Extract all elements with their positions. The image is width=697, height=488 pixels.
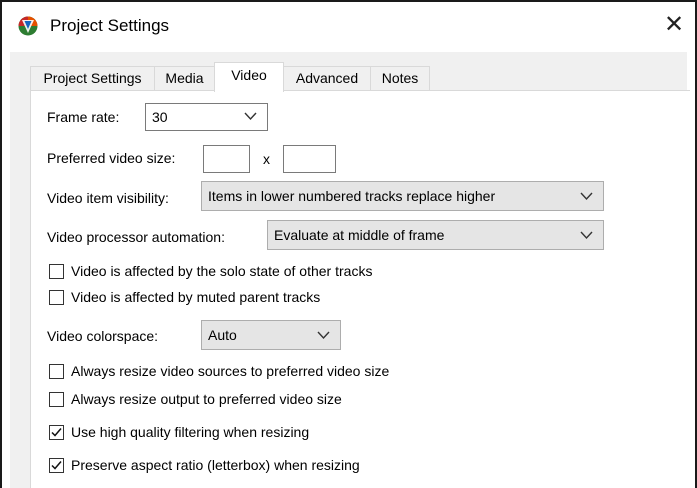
high-quality-filtering-label: Use high quality filtering when resizing (71, 424, 310, 440)
preferred-width-input[interactable] (203, 145, 250, 173)
tab-video[interactable]: Video (214, 62, 284, 92)
checkmark-icon (51, 461, 62, 470)
preferred-height-input[interactable] (283, 145, 336, 173)
frame-rate-select[interactable]: 30 (145, 103, 268, 131)
colorspace-label: Video colorspace: (47, 328, 159, 344)
solo-state-checkbox[interactable] (49, 264, 64, 279)
chevron-down-icon (580, 192, 593, 201)
visibility-select[interactable]: Items in lower numbered tracks replace h… (201, 181, 604, 211)
size-separator: x (263, 151, 270, 167)
preserve-aspect-label: Preserve aspect ratio (letterbox) when r… (71, 457, 360, 473)
resize-sources-checkbox[interactable] (49, 364, 64, 379)
muted-parent-label: Video is affected by muted parent tracks (71, 289, 321, 305)
colorspace-value: Auto (208, 327, 237, 343)
window-title: Project Settings (50, 16, 170, 35)
chevron-down-icon (580, 231, 593, 240)
resize-output-label: Always resize output to preferred video … (71, 391, 342, 407)
tab-label: Notes (381, 70, 419, 86)
video-settings-panel: Frame rate: 30 Preferred video size: x V… (30, 90, 690, 488)
visibility-value: Items in lower numbered tracks replace h… (208, 188, 496, 204)
high-quality-filtering-checkbox[interactable] (49, 425, 64, 440)
close-icon[interactable]: ✕ (664, 12, 684, 36)
resize-output-checkbox[interactable] (49, 392, 64, 407)
tab-label: Media (165, 70, 204, 86)
colorspace-select[interactable]: Auto (201, 320, 341, 350)
visibility-label: Video item visibility: (47, 190, 169, 206)
tab-label: Project Settings (43, 70, 142, 86)
tab-media[interactable]: Media (154, 66, 215, 91)
dialog-client: Project Settings Media Video Advanced No… (10, 52, 690, 488)
project-settings-window: Project Settings ✕ Project Settings Medi… (0, 0, 697, 488)
frame-rate-label: Frame rate: (47, 109, 120, 125)
processor-select[interactable]: Evaluate at middle of frame (267, 220, 604, 250)
processor-value: Evaluate at middle of frame (274, 227, 445, 243)
tab-advanced[interactable]: Advanced (283, 66, 371, 91)
tab-project-settings[interactable]: Project Settings (30, 66, 155, 91)
chevron-down-icon (244, 112, 257, 121)
reaper-logo-icon (18, 16, 38, 36)
frame-rate-value: 30 (152, 109, 168, 125)
tab-label: Video (231, 67, 267, 83)
solo-state-label: Video is affected by the solo state of o… (71, 263, 373, 279)
processor-label: Video processor automation: (47, 229, 225, 245)
preferred-size-label: Preferred video size: (47, 150, 176, 166)
title-bar: Project Settings ✕ (2, 2, 695, 52)
chevron-down-icon (317, 331, 330, 340)
muted-parent-checkbox[interactable] (49, 290, 64, 305)
checkmark-icon (51, 428, 62, 437)
preserve-aspect-checkbox[interactable] (49, 458, 64, 473)
tab-label: Advanced (295, 70, 359, 86)
tab-notes[interactable]: Notes (370, 66, 430, 91)
resize-sources-label: Always resize video sources to preferred… (71, 363, 390, 379)
